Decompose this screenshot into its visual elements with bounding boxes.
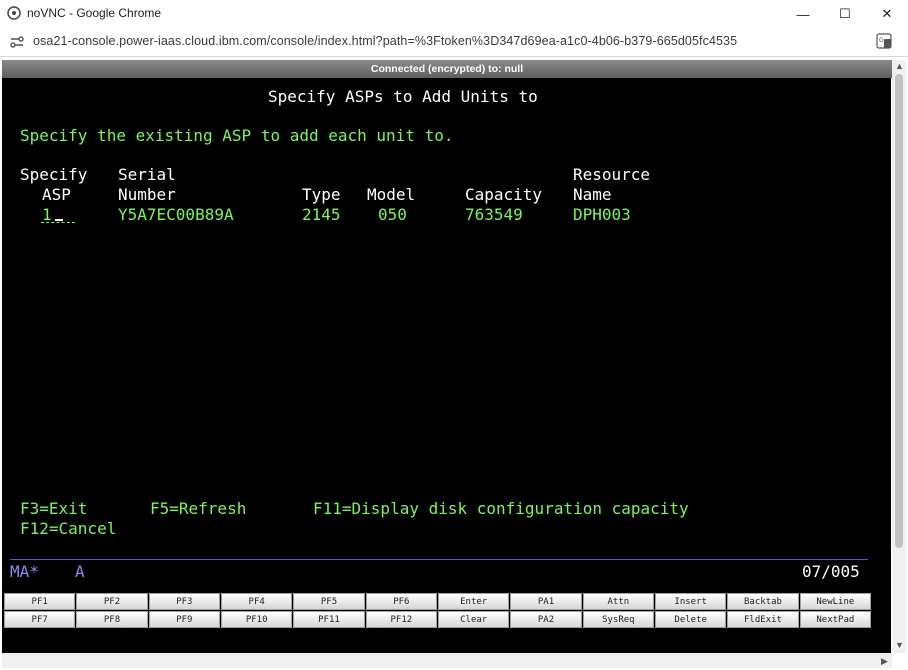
key-pf8[interactable]: PF8 [76, 611, 148, 628]
key-sysreq[interactable]: SysReq [582, 611, 654, 628]
status-indicator: MA* [10, 562, 39, 581]
minimize-button[interactable]: — [782, 0, 824, 28]
horizontal-scrollbar[interactable] [2, 653, 892, 668]
key-pf12[interactable]: PF12 [365, 611, 437, 628]
maximize-icon: ☐ [839, 6, 851, 21]
close-button[interactable]: ✕ [866, 0, 908, 28]
serial-number-value: Y5A7EC00B89A [118, 205, 234, 224]
translate-icon[interactable]: G [876, 33, 892, 49]
key-pf6[interactable]: PF6 [365, 593, 437, 610]
header-serial: Serial [118, 165, 176, 184]
title-bar: noVNC - Google Chrome — ☐ ✕ [0, 0, 908, 28]
resource-name-value: DPH003 [573, 205, 631, 224]
key-pf9[interactable]: PF9 [148, 611, 220, 628]
key-attn[interactable]: Attn [582, 593, 654, 610]
key-pf1[interactable]: PF1 [4, 593, 76, 610]
key-pf11[interactable]: PF11 [293, 611, 365, 628]
header-resource: Resource [573, 165, 651, 184]
vnc-status-bar: Connected (encrypted) to: null [2, 60, 892, 78]
key-delete[interactable]: Delete [655, 611, 727, 628]
function-keypad: PF1 PF2 PF3 PF4 PF5 PF6 Enter PA1 Attn I… [4, 593, 871, 628]
model-value: 050 [378, 205, 407, 224]
header-type: Type [302, 185, 341, 204]
key-fldexit[interactable]: FldExit [727, 611, 799, 628]
key-insert[interactable]: Insert [655, 593, 727, 610]
f11-display-key: F11=Display disk configuration capacity [313, 499, 689, 518]
status-mode: A [75, 562, 85, 581]
header-asp: ASP [42, 185, 71, 204]
f5-refresh-key: F5=Refresh [150, 499, 247, 518]
key-pf3[interactable]: PF3 [148, 593, 220, 610]
key-pf7[interactable]: PF7 [4, 611, 76, 628]
minimize-icon: — [796, 6, 810, 22]
key-pf5[interactable]: PF5 [293, 593, 365, 610]
window-title: noVNC - Google Chrome [27, 6, 162, 20]
header-name: Name [573, 185, 612, 204]
capacity-value: 763549 [465, 205, 523, 224]
key-pf10[interactable]: PF10 [221, 611, 293, 628]
screen-title: Specify ASPs to Add Units to [268, 87, 538, 106]
novnc-app-icon [7, 6, 21, 20]
maximize-button[interactable]: ☐ [824, 0, 866, 28]
key-newline[interactable]: NewLine [799, 593, 871, 610]
site-info-icon[interactable] [10, 35, 24, 49]
scroll-up-icon[interactable]: ▲ [895, 61, 904, 71]
close-icon: ✕ [881, 6, 893, 21]
instruction-text: Specify the existing ASP to add each uni… [20, 126, 454, 145]
svg-text:G: G [879, 37, 884, 44]
key-pf4[interactable]: PF4 [221, 593, 293, 610]
f3-exit-key: F3=Exit [20, 499, 88, 518]
text-cursor [55, 219, 63, 221]
header-model: Model [367, 185, 416, 204]
header-specify: Specify [20, 165, 88, 184]
vertical-scroll-thumb[interactable] [895, 74, 903, 548]
f12-cancel-key: F12=Cancel [20, 519, 117, 538]
header-capacity: Capacity [465, 185, 543, 204]
key-backtab[interactable]: Backtab [727, 593, 799, 610]
scroll-down-icon[interactable]: ▼ [895, 640, 904, 650]
type-value: 2145 [302, 205, 341, 224]
terminal-screen[interactable]: Specify ASPs to Add Units to Specify the… [2, 78, 891, 653]
key-clear[interactable]: Clear [438, 611, 510, 628]
key-pa2[interactable]: PA2 [510, 611, 582, 628]
cursor-position: 07/005 [802, 562, 860, 581]
key-nextpad[interactable]: NextPad [799, 611, 871, 628]
key-pf2[interactable]: PF2 [76, 593, 148, 610]
key-pa1[interactable]: PA1 [510, 593, 582, 610]
key-enter[interactable]: Enter [438, 593, 510, 610]
url-text[interactable]: osa21-console.power-iaas.cloud.ibm.com/c… [33, 34, 737, 48]
header-number: Number [118, 185, 176, 204]
browser-window: noVNC - Google Chrome — ☐ ✕ osa21-consol… [0, 0, 908, 670]
scroll-right-icon[interactable]: ▶ [881, 656, 888, 667]
status-divider [10, 559, 868, 560]
asp-field-underline [41, 221, 75, 223]
